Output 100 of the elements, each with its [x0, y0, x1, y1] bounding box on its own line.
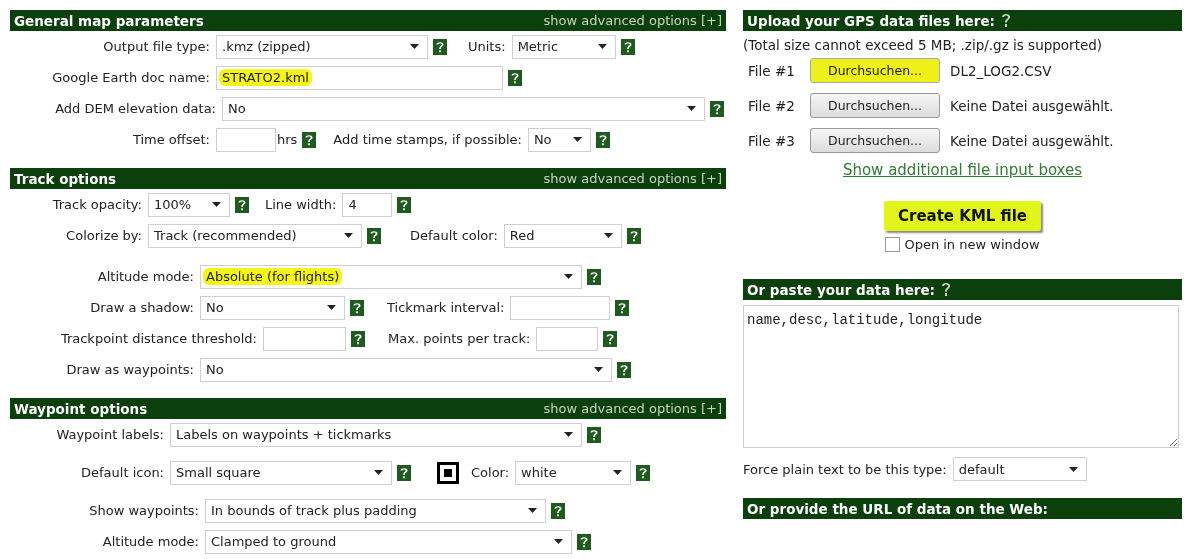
caret-icon [554, 539, 563, 544]
help-icon[interactable] [941, 282, 951, 297]
help-icon[interactable] [620, 38, 635, 55]
help-icon[interactable] [397, 464, 411, 481]
field-label: Line width: [265, 197, 338, 212]
caret-icon [344, 233, 353, 238]
checkbox[interactable] [885, 237, 901, 252]
caret-icon [374, 470, 383, 475]
caret-icon [613, 470, 623, 475]
text-field[interactable] [510, 295, 611, 320]
dropdown[interactable]: No [200, 357, 612, 382]
help-icon[interactable] [551, 502, 565, 519]
dropdown[interactable]: No [200, 295, 345, 320]
field-label: Max. points per track: [388, 331, 532, 346]
file-label: File #3 [748, 132, 796, 149]
paste-text-area[interactable]: name,desc,latitude,longitude [743, 305, 1179, 448]
dropdown[interactable]: No [527, 127, 591, 152]
text-field[interactable]: 4 [342, 192, 393, 217]
section-title: Waypoint options [14, 400, 148, 417]
caret-icon [594, 367, 603, 372]
field-label: Output file type: [102, 39, 211, 54]
file-name: Keine Datei ausgewählt. [950, 132, 1114, 149]
advanced-options-link[interactable]: show advanced options [+] [543, 171, 722, 186]
help-icon[interactable] [615, 299, 630, 316]
caret-icon [564, 432, 573, 437]
caret-icon [597, 44, 607, 49]
help-icon[interactable] [626, 227, 641, 244]
text-field[interactable]: STRATO2.kml [216, 65, 503, 90]
advanced-options-link[interactable]: show advanced options [+] [543, 13, 722, 28]
caret-icon [1068, 466, 1078, 472]
dropdown[interactable]: Labels on waypoints + tickmarks [170, 422, 582, 447]
caret-icon [603, 233, 613, 238]
help-icon[interactable] [603, 330, 618, 347]
dropdown[interactable]: Small square [170, 460, 392, 485]
help-icon[interactable] [351, 330, 365, 347]
help-icon[interactable] [367, 227, 381, 244]
browse-button[interactable]: Durchsuchen... [810, 128, 940, 153]
text-field[interactable] [263, 326, 346, 351]
text-field[interactable] [216, 127, 276, 152]
help-icon[interactable] [235, 196, 249, 213]
help-icon[interactable] [397, 196, 412, 213]
field-label: Add time stamps, if possible: [333, 132, 523, 147]
field-label: Force plain text to be this type: [743, 461, 948, 477]
file-name: DL2_LOG2.CSV [950, 62, 1052, 79]
file-label: File #1 [748, 62, 796, 79]
help-icon[interactable] [587, 268, 601, 285]
field-label: Time offset: [131, 132, 211, 147]
field-label: Altitude mode: [96, 269, 195, 284]
field-label: Units: [468, 39, 507, 54]
help-icon[interactable] [350, 299, 364, 316]
section-title: Or paste your data here: [747, 281, 935, 298]
section-title: Upload your GPS data files here: [747, 12, 995, 29]
dropdown[interactable]: In bounds of track plus padding [205, 498, 546, 523]
dropdown[interactable]: white [515, 460, 632, 485]
help-icon[interactable] [587, 426, 601, 443]
size-note: (Total size cannot exceed 5 MB; .zip/.gz is supported) [743, 37, 1104, 53]
help-icon[interactable] [1001, 13, 1011, 28]
field-label: Draw as waypoints: [65, 362, 195, 377]
caret-icon [572, 137, 582, 142]
caret-icon [528, 508, 537, 513]
dropdown[interactable]: Red [503, 223, 622, 248]
field-label: Track opacity: [51, 197, 143, 212]
field-label: Default icon: [80, 465, 165, 480]
file-name: Keine Datei ausgewählt. [950, 97, 1114, 114]
dropdown[interactable]: .kmz (zipped) [216, 34, 428, 59]
field-label: Trackpoint distance threshold: [59, 331, 258, 346]
help-icon[interactable] [617, 361, 631, 378]
dropdown[interactable]: 100% [148, 192, 230, 217]
checkbox-label: Open in new window [904, 237, 1040, 252]
caret-icon [212, 202, 221, 207]
section-title: Track options [14, 170, 117, 187]
help-icon[interactable] [710, 100, 724, 117]
dropdown[interactable]: Track (recommended) [148, 223, 362, 248]
section-title: Or provide the URL of data on the Web: [747, 500, 1048, 517]
dropdown[interactable]: Absolute (for flights) [200, 264, 582, 289]
help-icon[interactable] [595, 131, 610, 148]
help-icon[interactable] [577, 533, 591, 550]
help-icon[interactable] [433, 38, 447, 55]
help-icon[interactable] [636, 464, 651, 481]
dropdown[interactable]: default [952, 457, 1087, 481]
caret-icon [410, 44, 419, 49]
create-kml-button[interactable]: Create KML file [884, 201, 1041, 231]
dropdown[interactable]: No [222, 96, 705, 121]
section-title: General map parameters [14, 12, 204, 29]
field-label: Altitude mode: [101, 534, 200, 549]
square-marker-icon [437, 461, 459, 484]
dropdown[interactable]: Clamped to ground [205, 529, 572, 554]
caret-icon [687, 106, 696, 111]
help-icon[interactable] [302, 131, 317, 148]
additional-files-link[interactable]: Show additional file input boxes [842, 161, 1083, 179]
text-field[interactable] [536, 326, 599, 351]
field-label: Colorize by: [65, 228, 143, 243]
help-icon[interactable] [508, 69, 522, 86]
field-label: Draw a shadow: [89, 300, 195, 315]
advanced-options-link[interactable]: show advanced options [+] [543, 401, 722, 416]
browse-button[interactable]: Durchsuchen... [810, 58, 940, 83]
unit-label: hrs [277, 132, 298, 147]
browse-button[interactable]: Durchsuchen... [810, 93, 940, 118]
field-label: Google Earth doc name: [51, 70, 211, 85]
dropdown[interactable]: Metric [511, 34, 616, 59]
